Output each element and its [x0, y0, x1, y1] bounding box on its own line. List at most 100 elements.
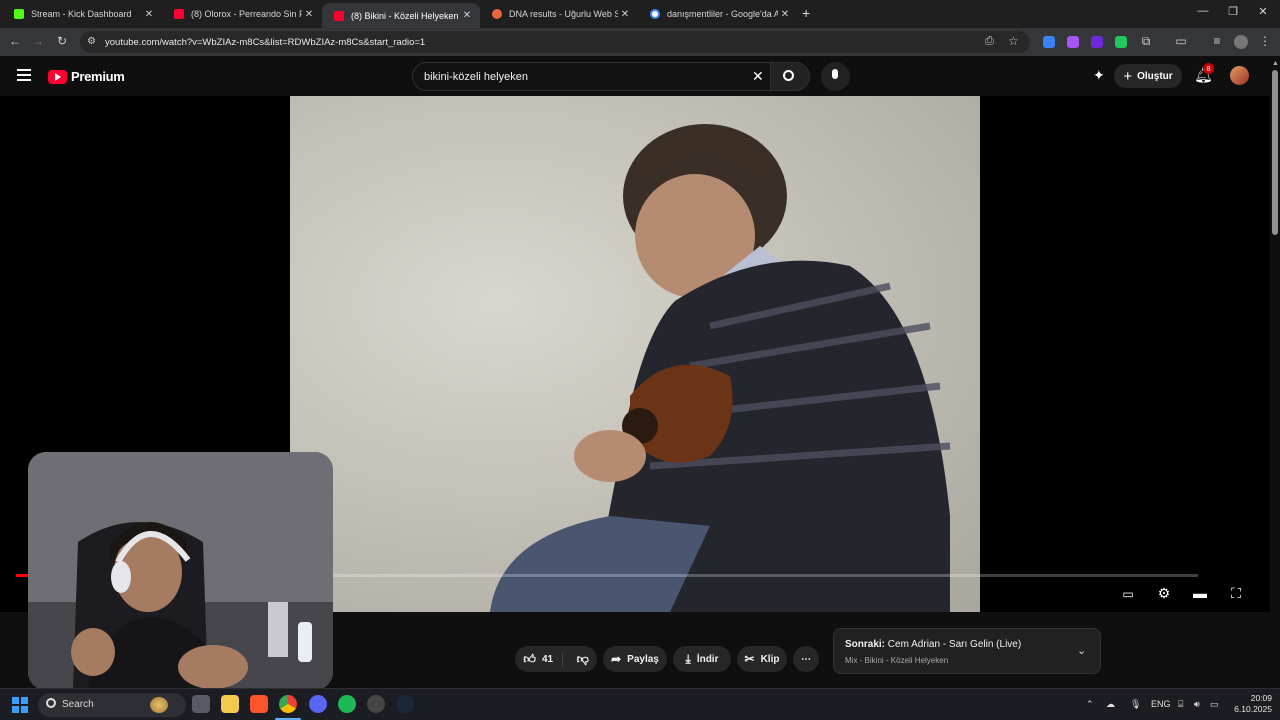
search-input[interactable]: bikini-közeli helyeken ✕ — [412, 62, 771, 91]
up-next-video-title: Cem Adrian - Sarı Gelin (Live) — [887, 639, 1022, 650]
browser-tab[interactable]: danışmentliler - Google'da Ara ✕ — [638, 3, 798, 25]
forward-icon[interactable]: → — [29, 34, 47, 48]
close-tab-icon[interactable]: ✕ — [460, 10, 474, 21]
up-next-subtitle: Mix - Bikini - Közeli Helyeken — [845, 656, 949, 665]
scroll-up-arrow-icon[interactable]: ▲ — [1272, 60, 1279, 67]
tab-title: danışmentliler - Google'da Ara — [667, 9, 778, 19]
up-next-card[interactable]: Sonraki: Cem Adrian - Sarı Gelin (Live) … — [833, 628, 1101, 674]
restore-icon[interactable]: ❐ — [1218, 5, 1248, 18]
side-panel-icon[interactable]: ▭ — [1172, 34, 1190, 48]
sparkle-icon[interactable]: ✦ — [1093, 67, 1105, 84]
subtitles-icon[interactable]: ▭ — [1117, 587, 1139, 609]
hamburger-menu-icon[interactable] — [17, 69, 31, 81]
youtube-icon — [174, 9, 184, 19]
battery-icon[interactable]: ▭ — [1210, 699, 1219, 710]
new-tab-button[interactable]: + — [802, 5, 810, 21]
search-button[interactable] — [770, 62, 810, 91]
page-scrollbar[interactable]: ▲ — [1270, 56, 1280, 688]
theater-mode-icon[interactable]: ▬ — [1189, 585, 1211, 607]
extension-icon[interactable] — [1091, 36, 1103, 48]
dislike-button[interactable]: 👎︎ — [569, 652, 597, 667]
fullscreen-icon[interactable]: ⛶ — [1225, 585, 1247, 607]
browser-menu-icon[interactable]: ⋮ — [1256, 34, 1274, 48]
clock-date: 6.10.2025 — [1234, 704, 1272, 714]
taskbar-search[interactable]: Search — [38, 693, 186, 717]
network-icon[interactable]: ⌸ — [1178, 699, 1183, 710]
extension-icon[interactable] — [1043, 36, 1055, 48]
settings-gear-icon[interactable]: ⚙ — [1153, 585, 1175, 607]
notification-badge: 8 — [1203, 63, 1214, 74]
microphone-icon — [832, 69, 838, 79]
clip-button[interactable]: ✂ Klip — [737, 646, 787, 672]
google-icon — [650, 9, 660, 19]
more-actions-button[interactable]: ⋯ — [793, 646, 819, 672]
address-bar[interactable]: ⚙ youtube.com/watch?v=WbZIAz-m8Cs&list=R… — [80, 31, 1030, 53]
extension-icon[interactable] — [1115, 36, 1127, 48]
account-avatar[interactable] — [1230, 66, 1249, 85]
minimize-icon[interactable]: — — [1188, 5, 1218, 17]
download-button[interactable]: ⤓ İndir — [673, 646, 731, 672]
voice-search-button[interactable] — [821, 62, 850, 91]
site-icon — [492, 9, 502, 19]
kick-logo-icon — [14, 9, 24, 19]
close-tab-icon[interactable]: ✕ — [778, 9, 792, 20]
steam-icon[interactable] — [396, 695, 414, 713]
obs-icon[interactable] — [367, 695, 385, 713]
scissors-icon: ✂ — [744, 652, 755, 666]
share-button[interactable]: ➦ Paylaş — [603, 646, 667, 672]
search-icon — [46, 698, 56, 708]
chrome-icon[interactable] — [279, 695, 297, 713]
microphone-tray-icon[interactable]: 🎙︎ — [1130, 699, 1141, 710]
show-hidden-icons-icon[interactable]: ⌃ — [1086, 699, 1094, 710]
site-info-icon[interactable]: ⚙ — [87, 36, 96, 47]
browser-tab[interactable]: DNA results - Uğurlu Web Site ✕ — [480, 3, 638, 25]
task-view-icon[interactable] — [192, 695, 210, 713]
tab-title: (8) Olorox - Perreando Sin Perro — [191, 9, 302, 19]
up-next-title: Sonraki: Cem Adrian - Sarı Gelin (Live) — [845, 639, 1021, 650]
close-tab-icon[interactable]: ✕ — [142, 9, 156, 20]
clock[interactable]: 20:09 6.10.2025 — [1226, 693, 1272, 715]
close-window-icon[interactable]: ✕ — [1248, 5, 1278, 18]
thumbs-down-icon: 👎︎ — [576, 651, 589, 666]
browser-tab[interactable]: (8) Olorox - Perreando Sin Perro ✕ — [162, 3, 322, 25]
search-query: bikini-közeli helyeken — [424, 71, 528, 83]
download-label: İndir — [696, 653, 719, 665]
video-frame[interactable] — [290, 96, 980, 612]
install-app-icon[interactable]: ⎙ — [985, 35, 994, 48]
spotify-icon[interactable] — [338, 695, 356, 713]
share-arrow-icon: ➦ — [611, 652, 622, 666]
extensions-puzzle-icon[interactable]: ⧉ — [1137, 34, 1155, 49]
bookmark-star-icon[interactable]: ☆ — [1008, 34, 1019, 48]
browser-tab[interactable]: Stream - Kick Dashboard ✕ — [2, 3, 162, 25]
reload-icon[interactable]: ↻ — [53, 34, 71, 48]
close-tab-icon[interactable]: ✕ — [618, 9, 632, 20]
chevron-down-icon[interactable]: ⌄ — [1077, 644, 1086, 657]
like-button[interactable]: 👍︎ 41 — [515, 651, 563, 667]
like-dislike-group: 👍︎ 41 👎︎ — [515, 646, 597, 672]
youtube-logo[interactable]: Premium — [48, 69, 125, 84]
clock-time: 20:09 — [1250, 693, 1272, 703]
more-icon: ⋯ — [801, 653, 811, 665]
scrollbar-thumb[interactable] — [1272, 70, 1278, 235]
extension-icon[interactable] — [1067, 36, 1079, 48]
clear-search-icon[interactable]: ✕ — [752, 68, 764, 85]
windows-start-icon[interactable] — [12, 697, 28, 713]
brave-browser-icon[interactable] — [250, 695, 268, 713]
onedrive-cloud-icon[interactable]: ☁ — [1106, 699, 1115, 710]
url-text: youtube.com/watch?v=WbZIAz-m8Cs&list=RDW… — [105, 37, 426, 48]
language-indicator[interactable]: ENG — [1151, 699, 1171, 709]
media-control-icon[interactable]: ≡ — [1208, 34, 1226, 48]
back-icon[interactable]: ← — [6, 34, 24, 48]
discord-icon[interactable] — [309, 695, 327, 713]
create-button[interactable]: + Oluştur — [1114, 64, 1182, 88]
clip-label: Klip — [760, 653, 780, 665]
close-tab-icon[interactable]: ✕ — [302, 9, 316, 20]
volume-icon[interactable]: 🔊︎ — [1194, 699, 1200, 710]
logo-text: Premium — [71, 69, 125, 84]
profile-avatar-icon[interactable] — [1234, 35, 1248, 49]
file-explorer-icon[interactable] — [221, 695, 239, 713]
youtube-header: Premium bikini-közeli helyeken ✕ ✦ + Olu… — [0, 56, 1280, 96]
plus-icon: + — [1123, 67, 1133, 85]
browser-tab-active[interactable]: (8) Bikini - Közeli Helyeken - YouTube ✕ — [322, 3, 480, 28]
youtube-icon — [334, 10, 344, 21]
